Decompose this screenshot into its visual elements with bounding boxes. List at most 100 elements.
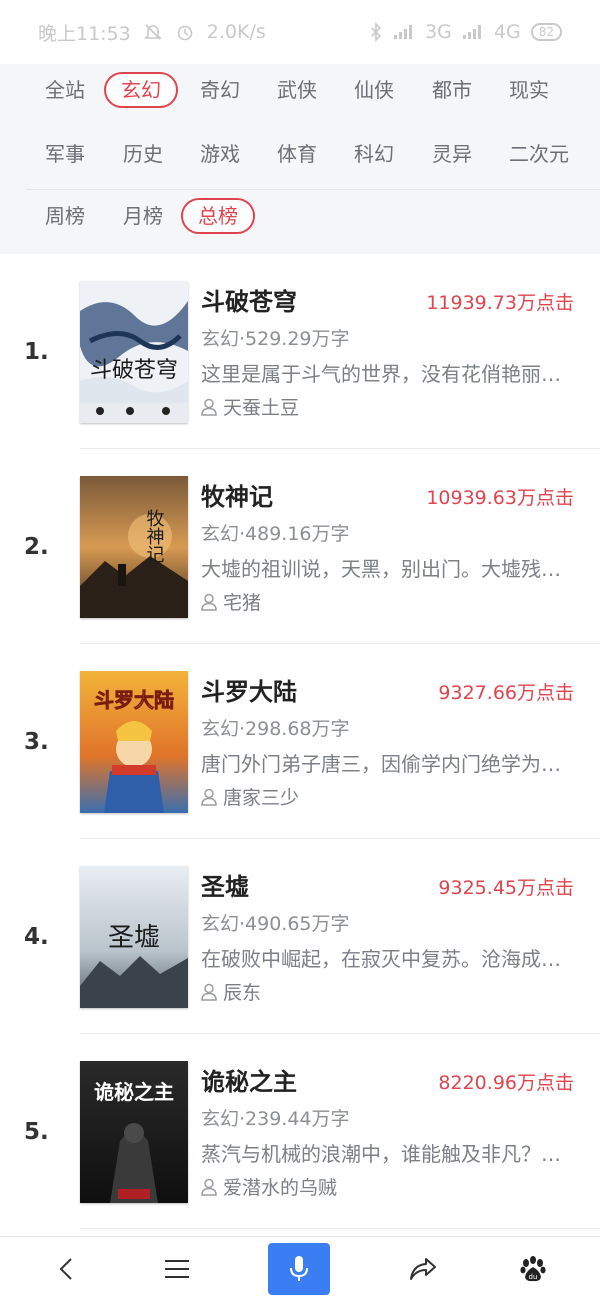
book-meta: 玄幻·489.16万字 xyxy=(201,523,350,545)
category-chip-lingyi[interactable]: 灵异 xyxy=(415,136,489,172)
menu-icon xyxy=(165,1260,189,1278)
category-chip-kehuan[interactable]: 科幻 xyxy=(337,136,411,172)
category-row: 军事 历史 游戏 体育 科幻 灵异 二次元 xyxy=(0,128,600,192)
list-item[interactable]: 4. 圣墟 圣墟 9325.45万点击 玄幻·490.65万字 在破败中崛起，在… xyxy=(0,839,600,1034)
baidu-button[interactable]: du xyxy=(502,1243,564,1295)
category-chip-xianxia[interactable]: 仙侠 xyxy=(337,72,411,108)
book-title[interactable]: 斗罗大陆 xyxy=(201,672,297,707)
signal-icon xyxy=(462,24,484,40)
signal-icon xyxy=(393,24,415,40)
category-chip-youxi[interactable]: 游戏 xyxy=(183,136,257,172)
rank-number: 1. xyxy=(24,338,49,365)
author-name[interactable]: 辰东 xyxy=(223,978,261,1005)
cover-title-text: 牧神记 xyxy=(144,509,165,563)
row-divider xyxy=(80,1228,600,1229)
bottom-nav-bar: du xyxy=(0,1236,600,1300)
category-chip-lishi[interactable]: 历史 xyxy=(106,136,180,172)
book-meta: 玄幻·529.29万字 xyxy=(201,328,350,350)
book-meta: 玄幻·298.68万字 xyxy=(201,718,350,740)
category-chip-qihuan[interactable]: 奇幻 xyxy=(183,72,257,108)
book-cover[interactable]: 牧神记 xyxy=(80,476,188,618)
book-cover[interactable]: 诡秘之主 xyxy=(80,1061,188,1203)
category-chip-erciyuan[interactable]: 二次元 xyxy=(492,136,586,172)
status-time: 晚上11:53 xyxy=(38,22,131,45)
book-description: 在破败中崛起，在寂灭中复苏。沧海成尘，雷 xyxy=(201,947,579,971)
alarm-icon xyxy=(175,22,195,42)
network-speed: 2.0K/s xyxy=(206,21,266,43)
voice-search-button[interactable] xyxy=(268,1243,330,1295)
back-icon xyxy=(59,1258,72,1280)
category-row: 全站 玄幻 奇幻 武侠 仙侠 都市 现实 xyxy=(0,64,600,128)
click-count: 10939.63万点击 xyxy=(426,487,574,509)
menu-button[interactable] xyxy=(146,1243,208,1295)
category-chip-tiyu[interactable]: 体育 xyxy=(260,136,334,172)
author-name[interactable]: 宅猪 xyxy=(223,588,261,615)
battery-icon: 82 xyxy=(530,23,562,41)
user-icon xyxy=(201,398,217,416)
category-chip-junshi[interactable]: 军事 xyxy=(28,136,102,172)
book-cover[interactable]: 斗破苍穹 xyxy=(80,281,188,423)
network-3g: 3G xyxy=(425,21,452,43)
mute-bell-icon xyxy=(143,22,163,42)
book-description: 大墟的祖训说，天黑，别出门。大墟残老村的 xyxy=(201,557,579,581)
book-meta: 玄幻·490.65万字 xyxy=(201,913,350,935)
book-author: 宅猪 xyxy=(201,588,261,615)
user-icon xyxy=(201,983,217,1001)
book-title[interactable]: 牧神记 xyxy=(201,477,273,512)
user-icon xyxy=(201,1178,217,1196)
book-author: 辰东 xyxy=(201,978,261,1005)
book-cover[interactable]: 圣墟 xyxy=(80,866,188,1008)
list-item[interactable]: 3. 斗罗大陆 斗罗大陆 9327.66万点击 玄幻·298.68万字 唐门外门… xyxy=(0,644,600,839)
author-name[interactable]: 天蚕土豆 xyxy=(223,393,299,420)
author-name[interactable]: 唐家三少 xyxy=(223,783,299,810)
category-chip-dushi[interactable]: 都市 xyxy=(415,72,489,108)
category-chip-xianshi[interactable]: 现实 xyxy=(492,72,566,108)
click-count: 11939.73万点击 xyxy=(426,292,574,314)
click-count: 9327.66万点击 xyxy=(438,682,574,704)
book-author: 天蚕土豆 xyxy=(201,393,299,420)
bluetooth-icon xyxy=(369,22,383,42)
category-chip-all[interactable]: 全站 xyxy=(28,72,102,108)
book-author: 唐家三少 xyxy=(201,783,299,810)
svg-text:du: du xyxy=(529,1273,538,1281)
category-chip-wuxia[interactable]: 武侠 xyxy=(260,72,334,108)
microphone-icon xyxy=(290,1256,308,1281)
list-item[interactable]: 5. 诡秘之主 诡秘之主 8220.96万点击 玄幻·239.44万字 蒸汽与机… xyxy=(0,1034,600,1229)
rank-number: 5. xyxy=(24,1118,49,1145)
user-icon xyxy=(201,788,217,806)
book-description: 蒸汽与机械的浪潮中，谁能触及非凡？历史和 xyxy=(201,1142,579,1166)
cover-title-text: 圣墟 xyxy=(108,923,160,953)
book-title[interactable]: 斗破苍穹 xyxy=(201,282,297,317)
book-cover[interactable]: 斗罗大陆 xyxy=(80,671,188,813)
period-row: 周榜 月榜 总榜 xyxy=(0,190,600,254)
rank-number: 4. xyxy=(24,923,49,950)
network-4g: 4G xyxy=(493,21,521,43)
book-meta: 玄幻·239.44万字 xyxy=(201,1108,350,1130)
filter-panel: 全站 玄幻 奇幻 武侠 仙侠 都市 现实 军事 历史 游戏 体育 科幻 灵异 二… xyxy=(0,64,600,254)
cover-title-text: 诡秘之主 xyxy=(94,1080,174,1104)
book-title[interactable]: 诡秘之主 xyxy=(201,1062,297,1097)
category-chip-xuanhuan[interactable]: 玄幻 xyxy=(104,72,178,108)
book-author: 爱潜水的乌贼 xyxy=(201,1173,337,1200)
list-item[interactable]: 1. 斗破苍穹 斗破苍穹 11939.73万点击 玄幻·529.29万字 这里是… xyxy=(0,254,600,449)
cover-title-text: 斗破苍穹 xyxy=(90,358,178,383)
period-chip-monthly[interactable]: 月榜 xyxy=(106,198,180,234)
author-name[interactable]: 爱潜水的乌贼 xyxy=(223,1173,337,1200)
user-icon xyxy=(201,593,217,611)
baidu-paw-icon: du xyxy=(520,1256,546,1282)
period-chip-total[interactable]: 总榜 xyxy=(181,198,255,234)
cover-title-text: 斗罗大陆 xyxy=(94,688,174,712)
list-item[interactable]: 2. 牧神记 牧神记 10939.63万点击 玄幻·489.16万字 大墟的祖训… xyxy=(0,449,600,644)
share-icon xyxy=(410,1258,436,1280)
book-title[interactable]: 圣墟 xyxy=(201,867,249,902)
share-button[interactable] xyxy=(392,1243,454,1295)
back-button[interactable] xyxy=(36,1243,98,1295)
rank-number: 2. xyxy=(24,533,49,560)
click-count: 9325.45万点击 xyxy=(438,877,574,899)
book-description: 唐门外门弟子唐三，因偷学内门绝学为唐门所 xyxy=(201,752,579,776)
click-count: 8220.96万点击 xyxy=(438,1072,574,1094)
status-bar: 晚上11:53 2.0K/s 3G 4G 82 xyxy=(0,0,600,64)
rank-number: 3. xyxy=(24,728,49,755)
battery-level: 82 xyxy=(538,25,554,39)
period-chip-weekly[interactable]: 周榜 xyxy=(28,198,102,234)
